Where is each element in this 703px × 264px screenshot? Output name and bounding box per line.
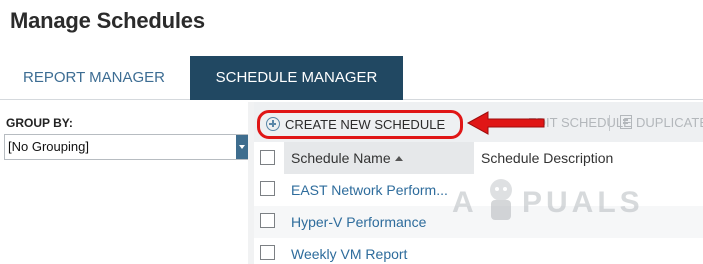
row-checkbox[interactable] bbox=[260, 181, 275, 196]
group-by-label: GROUP BY: bbox=[6, 116, 73, 130]
duplicate-label: DUPLICATE bbox=[636, 115, 703, 130]
watermark-text-left: A bbox=[452, 186, 478, 219]
column-header-schedule-name-label: Schedule Name bbox=[291, 150, 391, 166]
schedule-name-link[interactable]: Weekly VM Report bbox=[291, 238, 407, 264]
watermark-mascot-icon bbox=[490, 179, 512, 220]
select-all-cell bbox=[254, 142, 284, 174]
appuals-watermark: A PUALS bbox=[452, 170, 662, 226]
table-row: Weekly VM Report bbox=[254, 238, 703, 264]
create-new-schedule-button[interactable]: CREATE NEW SCHEDULE bbox=[257, 110, 463, 139]
toolbar: CREATE NEW SCHEDULE EDIT SCHEDULE DUPLIC… bbox=[254, 102, 703, 142]
page-title: Manage Schedules bbox=[10, 8, 205, 33]
watermark-text-right: PUALS bbox=[522, 186, 644, 219]
tab-schedule-manager[interactable]: SCHEDULE MANAGER bbox=[190, 56, 403, 100]
red-arrow-icon bbox=[466, 111, 545, 135]
group-by-select[interactable]: [No Grouping] bbox=[4, 134, 248, 160]
chevron-down-icon[interactable] bbox=[236, 135, 248, 159]
sort-ascending-icon bbox=[394, 156, 403, 161]
create-new-schedule-label: CREATE NEW SCHEDULE bbox=[285, 117, 446, 132]
column-header-schedule-name[interactable]: Schedule Name bbox=[284, 142, 474, 174]
group-by-panel: GROUP BY: [No Grouping] bbox=[0, 102, 248, 264]
row-checkbox[interactable] bbox=[260, 213, 275, 228]
select-all-checkbox[interactable] bbox=[260, 150, 275, 165]
tab-bar: REPORT MANAGER SCHEDULE MANAGER bbox=[0, 56, 703, 100]
duplicate-button[interactable]: DUPLICATE bbox=[620, 115, 703, 130]
schedule-name-link[interactable]: Hyper-V Performance bbox=[291, 206, 426, 238]
schedule-name-link[interactable]: EAST Network Perform... bbox=[291, 174, 448, 206]
toolbar-separator bbox=[609, 115, 610, 131]
row-checkbox[interactable] bbox=[260, 245, 275, 260]
duplicate-icon bbox=[620, 115, 632, 129]
add-circle-icon bbox=[266, 117, 280, 131]
tab-report-manager[interactable]: REPORT MANAGER bbox=[0, 56, 188, 100]
